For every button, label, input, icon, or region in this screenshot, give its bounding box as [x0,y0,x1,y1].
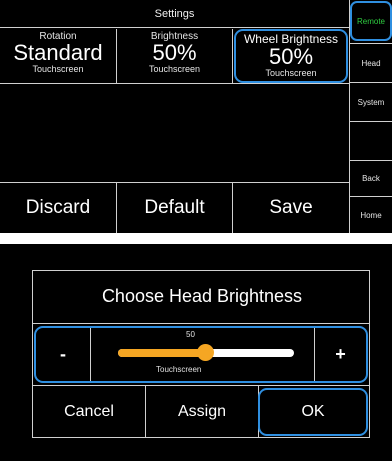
sidebar-item-back[interactable]: Back [350,161,392,196]
slider-caption: Touchscreen [156,365,202,374]
settings-screen: Settings Rotation Standard Touchscreen B… [0,0,392,233]
default-button[interactable]: Default [117,183,232,233]
decrease-button[interactable]: - [36,328,90,381]
setting-source: Touchscreen [148,64,201,74]
sidebar-item-empty[interactable] [350,122,392,160]
setting-rotation[interactable]: Rotation Standard Touchscreen [0,29,116,83]
sidebar-item-remote[interactable]: Remote [350,1,392,41]
setting-value: Standard [13,40,103,65]
ok-button[interactable]: OK [258,388,368,436]
sidebar-item-home[interactable]: Home [350,197,392,233]
dialog-frame [32,437,370,438]
cell-divider [232,29,233,83]
dialog-divider [33,385,369,386]
slider-fill [118,349,206,357]
discard-button[interactable]: Discard [0,183,116,233]
cancel-button[interactable]: Cancel [33,388,145,436]
setting-brightness[interactable]: Brightness 50% Touchscreen [117,29,232,83]
row-divider [0,83,349,84]
settings-title: Settings [0,0,349,28]
dialog-title: Choose Head Brightness [101,286,303,306]
assign-button[interactable]: Assign [146,388,258,436]
brightness-dialog-screen: Choose Head Brightness - 50 Touchscreen … [0,244,392,461]
setting-wheel-brightness[interactable]: Wheel Brightness 50% Touchscreen [234,29,348,83]
increase-button[interactable]: + [315,328,366,381]
sidebar-item-head[interactable]: Head [350,44,392,82]
slider-knob[interactable] [197,344,214,361]
brightness-slider-row: - 50 Touchscreen + [34,326,368,383]
save-button[interactable]: Save [233,183,349,233]
setting-source: Touchscreen [265,68,317,78]
slider-value: 50 [186,330,195,339]
dialog-divider [33,323,369,324]
setting-value: 50% [268,44,314,69]
slider-divider [90,328,91,381]
sidebar-item-system[interactable]: System [350,83,392,121]
setting-value: 50% [152,40,197,65]
setting-source: Touchscreen [32,64,84,74]
